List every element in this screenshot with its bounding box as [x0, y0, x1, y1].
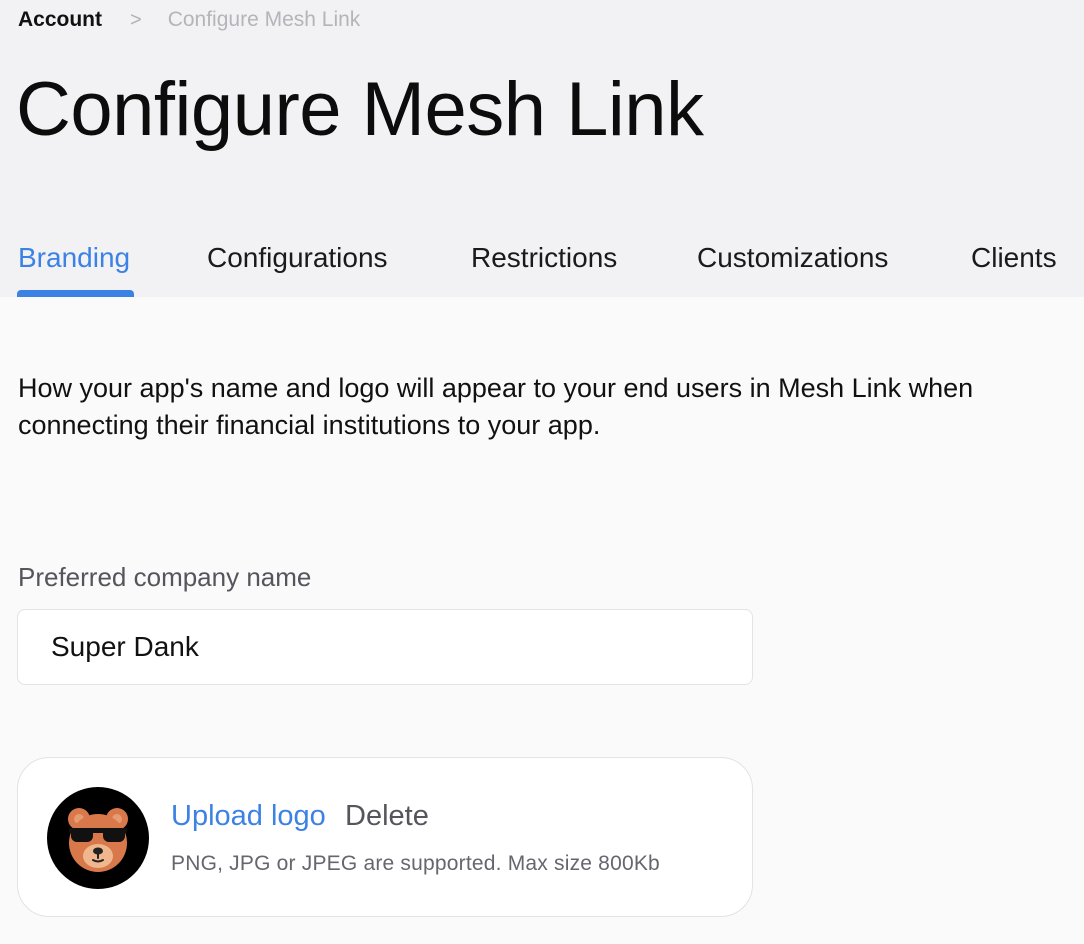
breadcrumb-account-link[interactable]: Account [18, 8, 102, 32]
tab-restrictions[interactable]: Restrictions [471, 242, 617, 274]
page-header: Account > Configure Mesh Link Configure … [0, 0, 1084, 297]
logo-upload-card: Upload logo Delete PNG, JPG or JPEG are … [17, 757, 753, 917]
breadcrumb-chevron-icon: > [130, 8, 142, 31]
tab-configurations[interactable]: Configurations [207, 242, 388, 274]
bear-with-sunglasses-logo-icon [47, 787, 149, 889]
company-name-label: Preferred company name [18, 562, 312, 592]
upload-logo-button[interactable]: Upload logo [171, 800, 326, 833]
logo-format-hint: PNG, JPG or JPEG are supported. Max size… [171, 852, 660, 875]
delete-logo-button[interactable]: Delete [345, 800, 429, 833]
breadcrumb: Account > Configure Mesh Link [18, 8, 360, 32]
tab-bar: Branding Configurations Restrictions Cus… [0, 236, 1084, 297]
active-tab-indicator [17, 290, 134, 297]
tab-customizations[interactable]: Customizations [697, 242, 888, 274]
branding-description: How your app's name and logo will appear… [18, 373, 974, 440]
company-name-input[interactable] [17, 609, 753, 685]
tab-clients[interactable]: Clients [971, 242, 1057, 274]
tab-branding[interactable]: Branding [18, 242, 130, 274]
page-title: Configure Mesh Link [16, 67, 704, 152]
breadcrumb-current: Configure Mesh Link [167, 8, 361, 31]
